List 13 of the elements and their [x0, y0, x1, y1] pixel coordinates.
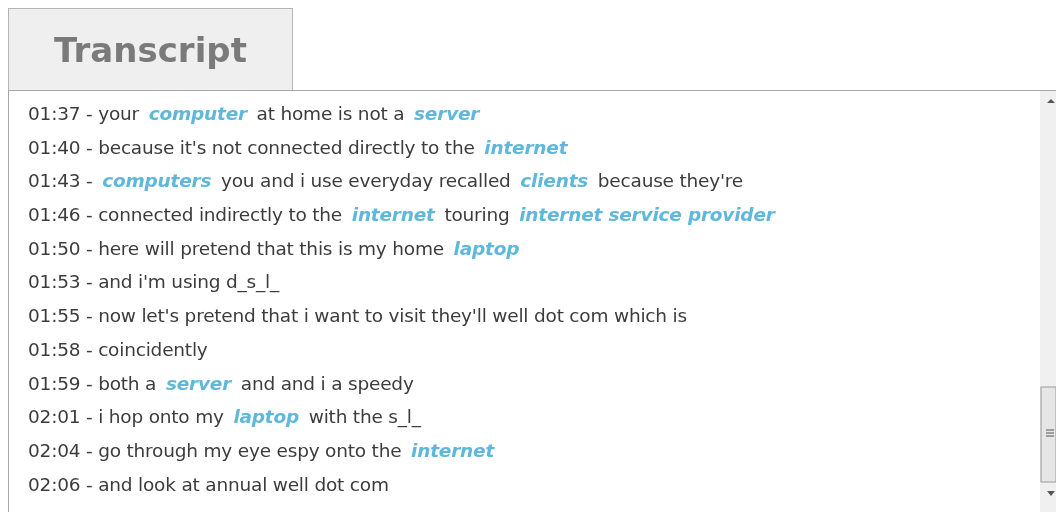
transcript-line: 01:58 - coincidently	[28, 337, 209, 362]
transcript-line: 01:50 - here will pretend that this is my home laptop	[28, 236, 521, 261]
transcript-line: 02:01 - i hop onto my laptop with the s_l_	[28, 405, 423, 430]
transcript-line: 01:53 - and i'm using d_s_l_	[28, 270, 281, 295]
transcript-line: 01:43 - computers you and i use everyday recalled clients because they're	[28, 169, 745, 194]
transcript-tab[interactable]: Transcript	[8, 8, 293, 90]
transcript-line: 01:37 - your computer at home is not a server	[28, 102, 482, 126]
transcript-line: 01:55 - now let's pretend that i want to visit they'll well dot com which is	[28, 304, 688, 329]
transcript-line: 01:59 - both a server and and i a speedy	[28, 371, 415, 396]
transcript-line: 01:40 - because it's not connected directly to the internet	[28, 135, 569, 160]
transcript-line: 02:04 - go through my eye espy onto the internet	[28, 438, 496, 463]
transcript-line: 02:06 - and look at annual well dot com	[28, 472, 390, 497]
transcript-line: 01:46 - connected indirectly to the internet touring internet service provider	[28, 203, 777, 228]
